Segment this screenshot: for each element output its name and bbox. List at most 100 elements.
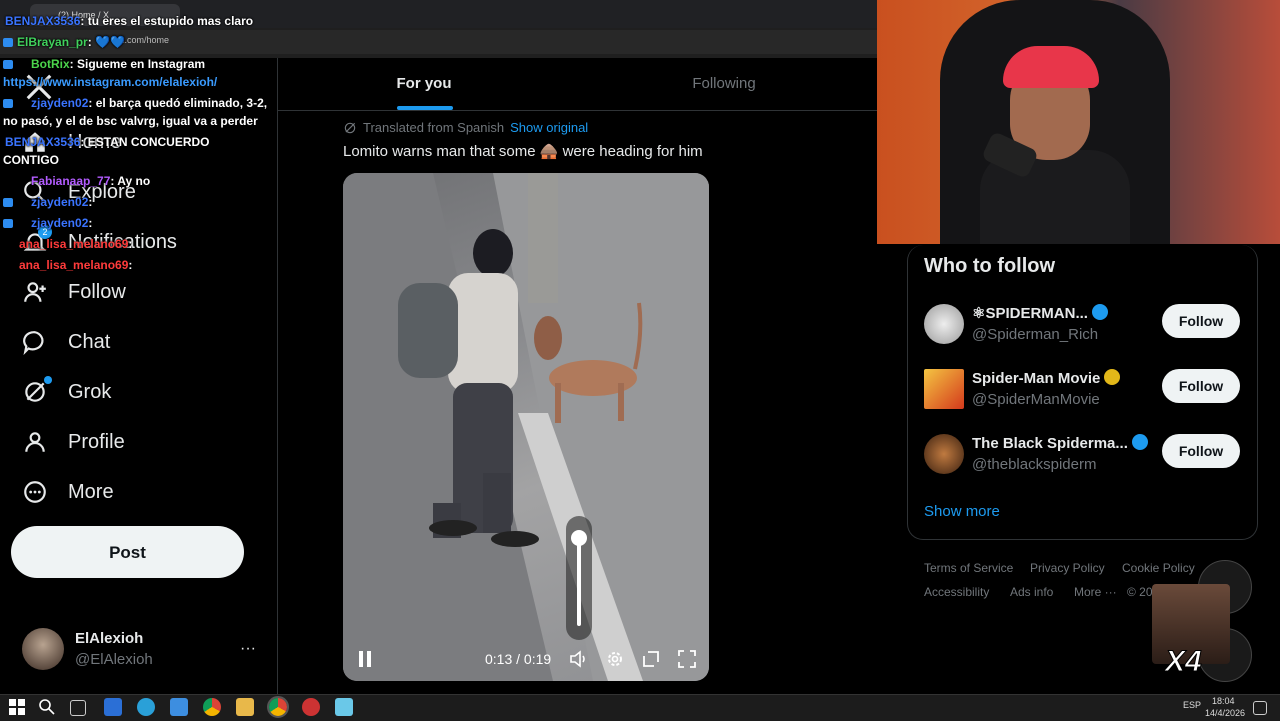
account-menu-button[interactable]: ··· (240, 640, 256, 658)
chat-message: no pasó, y el de bsc valvrg, igual va a … (3, 114, 258, 128)
volume-track (577, 540, 581, 626)
user-name: ElAlexioh (75, 630, 144, 647)
sidebar-item-label: Grok (68, 380, 112, 403)
file-explorer-icon[interactable] (236, 698, 254, 716)
clock-date[interactable]: 14/4/2026 (1205, 708, 1245, 718)
account-name: ⚛SPIDERMAN... (972, 304, 1108, 322)
follow-button[interactable]: Follow (1162, 369, 1240, 403)
chat-message: ana_lisa_melano69: (19, 237, 133, 251)
chat-message: https://www.instagram.com/elalexioh/ (3, 75, 218, 89)
account-handle: @theblackspiderm (972, 456, 1097, 473)
settings-button[interactable] (604, 648, 626, 670)
app-icon[interactable] (335, 698, 353, 716)
show-original-link[interactable]: Show original (510, 120, 588, 135)
chat-message: zjayden02: el barça quedó eliminado, 3-2… (3, 96, 267, 110)
webcam-person-hair (1003, 46, 1099, 88)
fullscreen-button[interactable] (676, 648, 698, 670)
follow-button[interactable]: Follow (1162, 304, 1240, 338)
video-frame (343, 173, 709, 681)
search-icon[interactable] (38, 698, 56, 716)
chat-bubble-icon (23, 331, 44, 355)
sidebar-item-label: Chat (68, 330, 111, 353)
chat-message: Fabianaap_77: Ay no (31, 174, 151, 188)
chrome-icon[interactable] (203, 698, 221, 716)
person-icon (25, 432, 45, 452)
person-plus-icon (24, 282, 46, 302)
picture-in-picture-icon (643, 651, 659, 667)
sidebar-item-chat[interactable]: Chat (22, 322, 110, 362)
chat-badge-icon (3, 38, 13, 47)
video-player[interactable] (343, 173, 709, 681)
who-to-follow-title: Who to follow (924, 255, 1056, 277)
footer-link[interactable]: Privacy Policy (1030, 561, 1105, 575)
pause-icon (359, 651, 371, 667)
grok-dot-indicator (44, 376, 52, 384)
avatar (924, 304, 964, 344)
sidebar-item-grok[interactable]: Grok (22, 372, 111, 412)
translated-label: Translated from Spanish (363, 120, 505, 135)
sidebar-item-label: Follow (68, 280, 126, 303)
microsoft-store-icon[interactable] (170, 698, 188, 716)
sidebar-item-profile[interactable]: Profile (22, 422, 125, 462)
avatar (924, 369, 964, 409)
obs-icon[interactable] (302, 698, 320, 716)
sidebar-item-label: Profile (68, 430, 125, 453)
footer-link[interactable]: Cookie Policy (1122, 561, 1195, 575)
chat-message: BENJAX3536: ESTAN CONCUERDO (5, 135, 210, 149)
verified-badge-icon (1091, 304, 1108, 320)
user-handle: @ElAlexioh (75, 651, 153, 668)
tab-for-you[interactable]: For you (278, 58, 570, 110)
grok-translate-icon (344, 122, 356, 133)
clock-time[interactable]: 18:04 (1212, 696, 1235, 706)
chat-message: ElBrayan_pr: 💙💙 (3, 35, 125, 49)
notification-center-icon[interactable] (1253, 701, 1267, 715)
mute-button[interactable] (568, 648, 590, 670)
start-icon[interactable] (8, 698, 26, 716)
avatar[interactable] (22, 628, 64, 670)
follow-suggestion[interactable]: ⚛SPIDERMAN... @Spiderman_Rich Follow (924, 304, 1244, 354)
volume-knob[interactable] (571, 530, 587, 546)
active-tab-indicator (397, 106, 453, 110)
account-name: Spider-Man Movie (972, 369, 1121, 387)
more-circle-icon (24, 481, 46, 503)
tab-following[interactable]: Following (578, 58, 870, 110)
account-handle: @Spiderman_Rich (972, 326, 1099, 343)
follow-button[interactable]: Follow (1162, 434, 1240, 468)
sidebar-item-follow[interactable]: Follow (22, 272, 126, 312)
pause-button[interactable] (354, 648, 376, 670)
follow-suggestion[interactable]: The Black Spiderma... @theblackspiderm F… (924, 434, 1244, 484)
chat-message: ana_lisa_melano69: (19, 258, 133, 272)
account-name: The Black Spiderma... (972, 434, 1148, 452)
translation-note: Translated from Spanish Show original (343, 120, 588, 135)
sidebar-item-more[interactable]: More (22, 472, 114, 512)
edge-icon[interactable] (137, 698, 155, 716)
pip-button[interactable] (640, 648, 662, 670)
footer-link[interactable]: Ads info (1010, 585, 1053, 599)
volume-icon (570, 650, 585, 668)
chat-message: BotRix: Sigueme en Instagram (3, 57, 205, 71)
avatar (924, 434, 964, 474)
language-indicator[interactable]: ESP (1183, 700, 1201, 710)
chat-badge-icon (3, 99, 13, 108)
meme-text: X4 (1165, 645, 1203, 679)
show-more-link[interactable]: Show more (924, 503, 1000, 520)
chat-message: CONTIGO (3, 153, 59, 167)
post-button[interactable]: Post (11, 526, 244, 578)
footer-link[interactable]: Accessibility (924, 585, 989, 599)
footer-link: © 20 (1127, 585, 1153, 599)
store-icon[interactable] (104, 698, 122, 716)
task-view-icon[interactable] (70, 700, 86, 716)
footer-link[interactable]: Terms of Service (924, 561, 1013, 575)
post-text: Lomito warns man that some 🛖 were headin… (343, 143, 703, 160)
address-text: x.com/home (120, 35, 170, 45)
chat-message: zjayden02: (3, 195, 92, 209)
follow-suggestion[interactable]: Spider-Man Movie @SpiderManMovie Follow (924, 369, 1244, 419)
footer-link[interactable]: More ··· (1074, 585, 1117, 599)
chat-badge-icon (3, 60, 13, 69)
chrome-active-icon[interactable] (267, 696, 289, 718)
video-time: 0:13 / 0:19 (485, 651, 552, 667)
gear-icon (608, 652, 622, 666)
account-handle: @SpiderManMovie (972, 391, 1100, 408)
chat-message: BENJAX3536: tu eres el estupido mas clar… (5, 14, 254, 28)
chat-message: zjayden02: (3, 216, 92, 230)
